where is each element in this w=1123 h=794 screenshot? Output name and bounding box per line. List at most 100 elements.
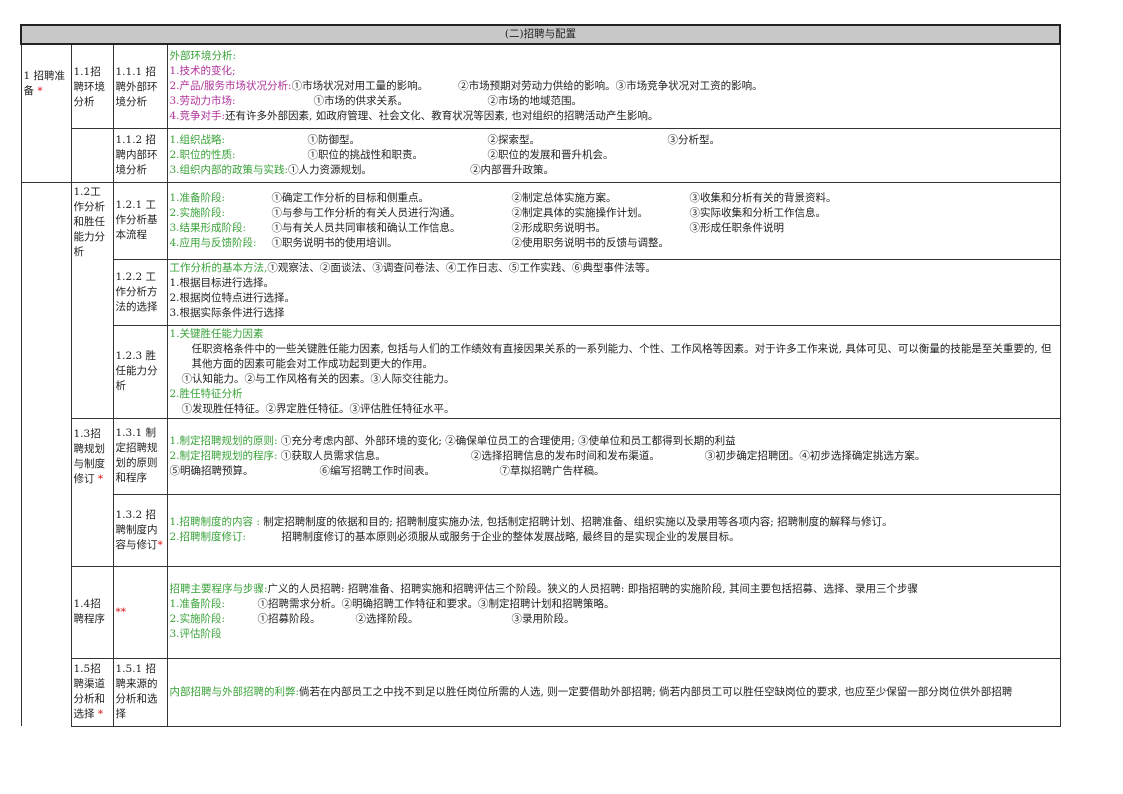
section-1-cell: 1 招聘准备 * xyxy=(20,43,72,183)
section-1-2-3-label: 1.2.3 胜任能力分析 xyxy=(112,324,168,419)
text-segment: ③分析型。 xyxy=(667,133,721,146)
section-1-1-2-label: 1.1.2 招聘内部环境分析 xyxy=(112,127,168,183)
text-segment: 内部招聘与外部招聘的利弊: xyxy=(169,685,300,698)
section-1-5-star: * xyxy=(97,708,104,720)
section-1-3-star: * xyxy=(97,472,104,485)
text-segment: ⑥编写招聘工作时间表。 xyxy=(319,464,436,477)
text-segment: 倘若在内部员工之中找不到足以胜任岗位所需的人选, 则一定要借助外部招聘; 倘若内… xyxy=(299,685,1013,698)
text-segment: 制定招聘制度的依据和目的; 招聘制度实施办法, 包括制定招聘计划、招聘准备、组织… xyxy=(263,516,893,528)
section-1-1-1-content: 外部环境分析: 1.技术的变化; 2.产品/服务市场状况分析:①市场状况对用工量… xyxy=(166,43,1061,129)
text-segment: ③收集和分析有关的背景资料。 xyxy=(689,191,837,204)
text-segment: ②制定具体的实施操作计划。 xyxy=(511,206,649,219)
section-1-3-2-cell: 1.3.2 招聘制度内容与修订* xyxy=(112,493,168,567)
text-segment: 2.产品/服务市场状况分析: xyxy=(169,79,292,92)
text-segment: ②选择阶段。 xyxy=(355,613,419,625)
section-1-5-cell: 1.5招聘渠道分析和选择 * xyxy=(70,657,114,727)
text-segment: 4.竞争对手: xyxy=(169,109,226,122)
text-line: ①发现胜任特征。②界定胜任特征。③评估胜任特征水平。 xyxy=(181,402,455,415)
section-1-4-label: 1.4招聘程序 xyxy=(70,565,114,659)
text-line: 1.根据目标进行选择。 xyxy=(169,276,275,289)
text-segment: 2.实施阶段: xyxy=(169,206,226,219)
text-line: 1.关键胜任能力因素 xyxy=(169,327,264,340)
text-segment: 3.结果形成阶段: xyxy=(169,221,247,234)
section-1-2-label: 1.2工作分析和胜任能力分析 xyxy=(70,181,114,419)
empty-cell xyxy=(70,127,114,183)
text-segment: ①招募阶段。 xyxy=(257,613,321,625)
section-1-5-1-content: 内部招聘与外部招聘的利弊:倘若在内部员工之中找不到足以胜任岗位所需的人选, 则一… xyxy=(166,657,1061,727)
text-segment: 3.组织内部的政策与实践: xyxy=(169,163,289,176)
text-line: 3.评估阶段 xyxy=(169,628,222,640)
text-segment: 2.招聘制度修订: xyxy=(169,531,247,543)
section-1-1-label: 1.1招聘环境分析 xyxy=(70,43,114,129)
section-1-2-2-content: 工作分析的基本方法,①观察法、②面谈法、③调查问卷法、④工作日志、⑤工作实践、⑥… xyxy=(166,258,1061,326)
text-segment: 工作分析的基本方法, xyxy=(169,261,268,274)
text-segment: 2.职位的性质: xyxy=(169,148,236,161)
text-segment: ①充分考虑内部、外部环境的变化; ②确保单位员工的合理使用; ③使单位和员工都得… xyxy=(280,434,736,447)
text-segment: ①职务说明书的使用培训。 xyxy=(271,236,398,249)
text-segment: 1.制定招聘规划的原则: xyxy=(169,434,278,447)
text-segment: 招聘主要程序与步骤: xyxy=(169,583,268,595)
text-segment: ③录用阶段。 xyxy=(511,613,575,625)
text-segment: ①人力资源规划。 xyxy=(288,163,373,176)
section-1-4-stars: ** xyxy=(112,565,168,659)
text-segment: ①市场状况对用工量的影响。 xyxy=(291,79,429,92)
text-segment: ③市场竞争状况对工资的影响。 xyxy=(615,79,763,92)
recruitment-table: (二)招聘与配置 1 招聘准备 * 1.1招聘环境分析 1.1.1 招聘外部环境… xyxy=(20,24,1061,727)
text-segment: ③实际收集和分析工作信息。 xyxy=(689,206,827,219)
text-segment: ②制定总体实施方案。 xyxy=(511,191,617,204)
section-1-4-content: 招聘主要程序与步骤:广义的人员招聘: 招聘准备、招聘实施和招聘评估三个阶段。狭义… xyxy=(166,565,1061,659)
section-1-1-1-label: 1.1.1 招聘外部环境分析 xyxy=(112,43,168,129)
text-segment: ②内部晋升政策。 xyxy=(470,163,555,176)
text-segment: ②形成职务说明书。 xyxy=(511,221,607,234)
text-segment: 1.组织战略: xyxy=(169,133,226,146)
section-1-2-1-content: 1.准备阶段: ①确定工作分析的目标和侧重点。 ②制定总体实施方案。 ③收集和分析有关… xyxy=(166,181,1061,260)
table-title: (二)招聘与配置 xyxy=(20,24,1061,45)
section-1-3-1-label: 1.3.1 制定招聘规划的原则和程序 xyxy=(112,417,168,495)
section-1-2-3-content: 1.关键胜任能力因素 任职资格条件中的一些关键胜任能力因素, 包括与人们的工作绩… xyxy=(166,324,1061,419)
text-segment: ②市场的地域范围。 xyxy=(487,94,583,107)
text-segment: 还有许多外部因素, 如政府管理、社会文化、教育状况等因素, 也对组织的招聘活动产… xyxy=(225,109,659,122)
text-segment: 广义的人员招聘: 招聘准备、招聘实施和招聘评估三个阶段。狭义的人员招聘: 即指招… xyxy=(267,583,918,595)
text-segment: ①确定工作分析的目标和侧重点。 xyxy=(271,191,430,204)
text-line: ①认知能力。②与工作风格有关的因素。③人际交往能力。 xyxy=(181,372,455,385)
text-segment: ②选择招聘信息的发布时间和发布渠道。 xyxy=(470,449,660,462)
empty-cell xyxy=(20,182,72,726)
text-line: 3.根据实际条件进行选择 xyxy=(169,306,285,319)
section-1-3-cell: 1.3招聘规划与制度修订 * xyxy=(70,417,114,567)
text-segment: ①职位的挑战性和职责。 xyxy=(307,148,424,161)
section-1-3-2-content: 1.招聘制度的内容 : 制定招聘制度的依据和目的; 招聘制度实施办法, 包括制定… xyxy=(166,493,1061,567)
text-line: 2.胜任特征分析 xyxy=(169,387,243,400)
text-segment: ②探索型。 xyxy=(487,133,541,146)
text-line: 1.技术的变化; xyxy=(169,64,236,77)
section-1-2-2-label: 1.2.2 工作分析方法的选择 xyxy=(112,258,168,326)
text-segment: ①观察法、②面谈法、③调查问卷法、④工作日志、⑤工作实践、⑥典型事件法等。 xyxy=(267,261,656,274)
text-segment: ①防御型。 xyxy=(307,133,361,146)
section-1-3-2-label: 1.3.2 招聘制度内容与修订 xyxy=(115,508,158,551)
section-1-2-1-label: 1.2.1 工作分析基本流程 xyxy=(112,181,168,260)
text-line: 任职资格条件中的一些关键胜任能力因素, 包括与人们的工作绩效有直接因果关系的一系… xyxy=(191,342,1052,370)
text-segment: 2.实施阶段: xyxy=(169,613,226,625)
section-1-5-1-label: 1.5.1 招聘来源的分析和选择 xyxy=(112,657,168,727)
section-1-1-2-content: 1.组织战略: ①防御型。 ②探索型。 ③分析型。 2.职位的性质: ①职位的挑战性和职… xyxy=(166,127,1061,183)
text-segment: ⑤明确招聘预算。 xyxy=(169,464,254,477)
section-1-label: 1 招聘准备 xyxy=(23,70,66,97)
spreadsheet: (二)招聘与配置 1 招聘准备 * 1.1招聘环境分析 1.1.1 招聘外部环境… xyxy=(20,24,1061,727)
text-segment: 1.准备阶段: xyxy=(169,191,226,204)
text-line: 外部环境分析: xyxy=(169,49,237,62)
text-segment: ③形成任职条件说明 xyxy=(689,221,785,234)
section-1-star: * xyxy=(37,85,43,97)
text-segment: ②市场预期对劳动力供给的影响。 xyxy=(458,79,616,92)
text-segment: 3.劳动力市场: xyxy=(169,94,236,107)
text-segment: ①招聘需求分析。②明确招聘工作特征和要求。③制定招聘计划和招聘策略。 xyxy=(257,598,615,610)
text-segment: 2.制定招聘规划的程序: xyxy=(169,449,278,462)
text-segment: 招聘制度修订的基本原则必须服从或服务于企业的整体发展战略, 最终目的是实现企业的… xyxy=(281,531,740,543)
text-segment: 4.应用与反馈阶段: xyxy=(169,236,257,249)
text-segment: 1.准备阶段: xyxy=(169,598,226,610)
text-segment: 1.招聘制度的内容 : xyxy=(169,516,260,528)
text-segment: ②使用职务说明书的反馈与调整。 xyxy=(511,236,670,249)
text-segment: ①与有关人员共同审核和确认工作信息。 xyxy=(271,221,461,234)
text-segment: ①市场的供求关系。 xyxy=(313,94,409,107)
text-segment: ②职位的发展和晋升机会。 xyxy=(487,148,614,161)
text-segment: ③初步确定招聘团。④初步选择确定挑选方案。 xyxy=(704,449,926,462)
text-segment: ①与参与工作分析的有关人员进行沟通。 xyxy=(271,206,461,219)
